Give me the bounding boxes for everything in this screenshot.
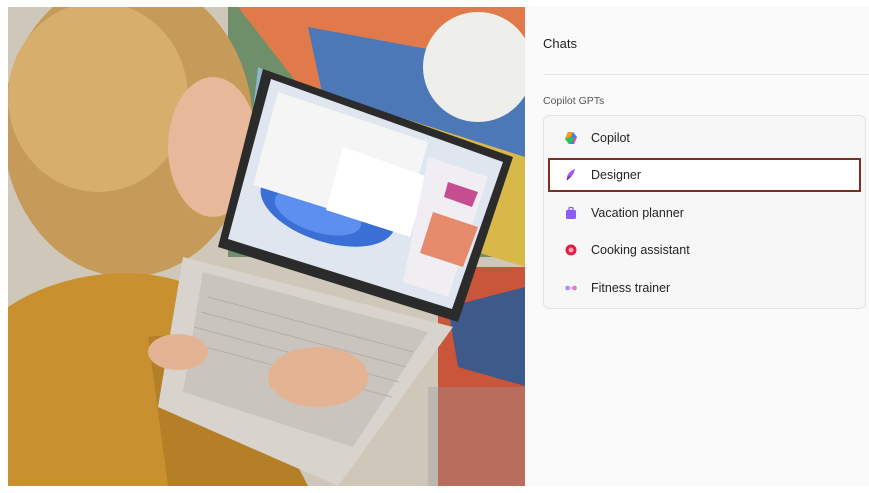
gpt-list: Copilot Designer Vacation planner Cookin… — [543, 115, 866, 309]
chats-panel: Chats Copilot GPTs Copilot Designer Vaca… — [525, 7, 869, 486]
designer-icon — [566, 169, 575, 181]
gpt-item-label: Fitness trainer — [591, 281, 671, 295]
gpt-item-label: Cooking assistant — [591, 243, 690, 257]
person-with-laptop-illustration — [8, 7, 525, 486]
panel-divider — [543, 74, 869, 75]
gpt-item-designer[interactable]: Designer — [548, 158, 861, 192]
gpt-item-vacation-planner[interactable]: Vacation planner — [550, 196, 861, 230]
gpt-item-cooking-assistant[interactable]: Cooking assistant — [550, 233, 861, 267]
chats-heading: Chats — [543, 36, 577, 51]
vacation-planner-icon — [566, 206, 576, 219]
gpt-item-copilot[interactable]: Copilot — [550, 121, 861, 155]
fitness-trainer-icon — [565, 285, 577, 291]
gpt-item-label: Vacation planner — [591, 206, 684, 220]
gpt-item-fitness-trainer[interactable]: Fitness trainer — [550, 271, 861, 305]
gpt-item-label: Copilot — [591, 131, 630, 145]
copilot-gpts-label: Copilot GPTs — [543, 95, 605, 107]
cooking-assistant-icon — [565, 244, 577, 256]
hero-photo — [8, 7, 525, 486]
gpt-item-label: Designer — [591, 168, 642, 182]
copilot-icon — [565, 132, 577, 144]
